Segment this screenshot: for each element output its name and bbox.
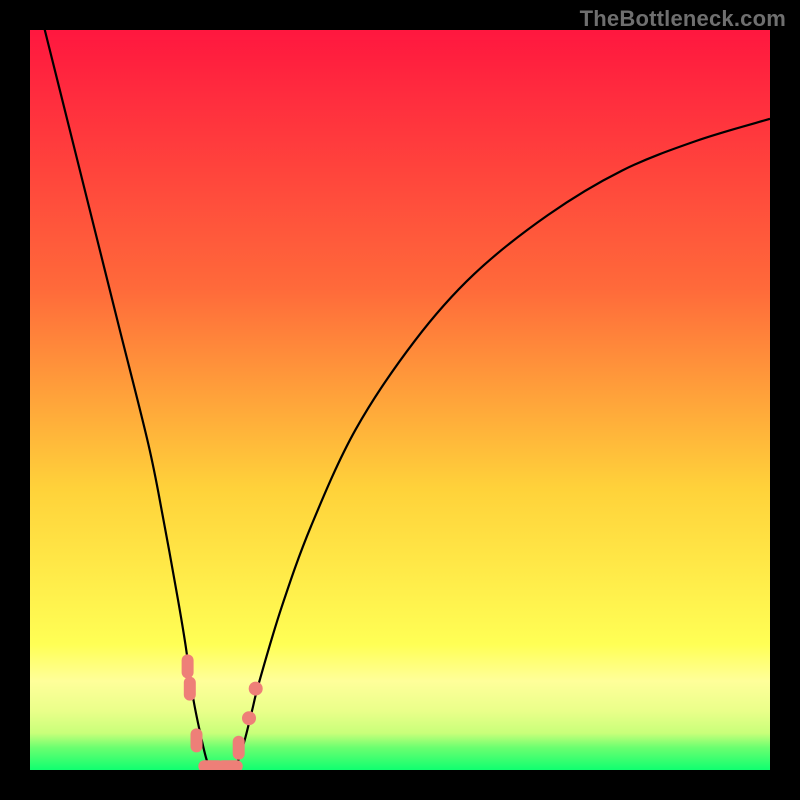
curve-marker bbox=[249, 682, 263, 696]
curve-marker bbox=[191, 728, 203, 752]
chart-svg bbox=[30, 30, 770, 770]
curve-marker bbox=[233, 736, 245, 760]
curve-marker bbox=[242, 711, 256, 725]
curve-marker bbox=[184, 677, 196, 701]
chart-background bbox=[30, 30, 770, 770]
watermark-text: TheBottleneck.com bbox=[580, 6, 786, 32]
curve-marker bbox=[217, 760, 243, 770]
chart-frame: TheBottleneck.com bbox=[0, 0, 800, 800]
curve-marker bbox=[182, 654, 194, 678]
bottleneck-chart bbox=[30, 30, 770, 770]
